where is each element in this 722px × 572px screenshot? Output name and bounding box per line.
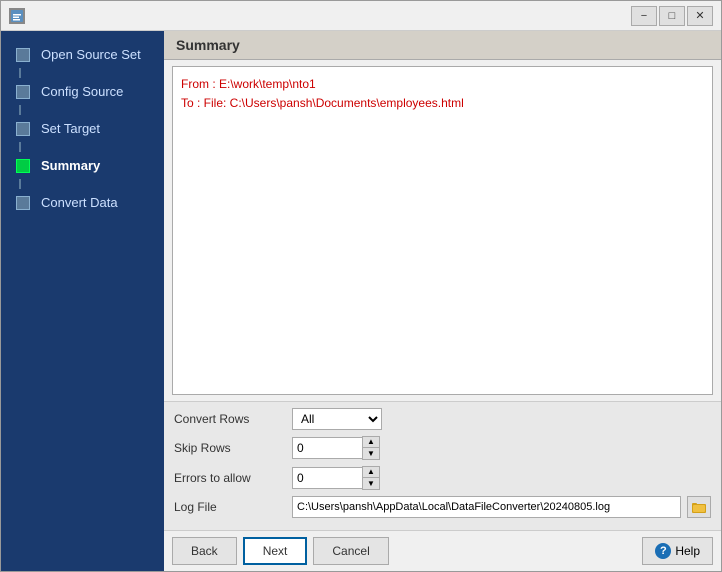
sidebar-line-3	[19, 142, 21, 152]
sidebar-line-2	[19, 105, 21, 115]
summary-box: From : E:\work\temp\nto1 To : File: C:\U…	[172, 66, 713, 395]
app-icon	[9, 8, 25, 24]
help-icon: ?	[655, 543, 671, 559]
skip-rows-row: Skip Rows ▲ ▼	[174, 436, 711, 460]
errors-label: Errors to allow	[174, 471, 284, 485]
sidebar-item-set-target[interactable]: Set Target	[1, 115, 164, 152]
sidebar-label-config-source: Config Source	[41, 84, 123, 99]
errors-spinbox-btns: ▲ ▼	[362, 466, 380, 490]
errors-row: Errors to allow ▲ ▼	[174, 466, 711, 490]
help-label: Help	[675, 544, 700, 558]
skip-rows-input[interactable]	[292, 437, 362, 459]
bottom-bar: Back Next Cancel ? Help	[164, 530, 721, 571]
sidebar-label-set-target: Set Target	[41, 121, 100, 136]
errors-spinbox: ▲ ▼	[292, 466, 380, 490]
log-file-input-group	[292, 496, 711, 518]
title-bar: − □ ✕	[1, 1, 721, 31]
sidebar-row-set-target[interactable]: Set Target	[1, 115, 164, 142]
sidebar-row-open-source-set[interactable]: Open Source Set	[1, 41, 164, 68]
errors-input[interactable]	[292, 467, 362, 489]
sidebar-label-convert-data: Convert Data	[41, 195, 118, 210]
maximize-button[interactable]: □	[659, 6, 685, 26]
help-button[interactable]: ? Help	[642, 537, 713, 565]
log-file-row: Log File	[174, 496, 711, 518]
log-file-input[interactable]	[292, 496, 681, 518]
close-button[interactable]: ✕	[687, 6, 713, 26]
sidebar-line-1	[19, 68, 21, 78]
sidebar-row-config-source[interactable]: Config Source	[1, 78, 164, 105]
title-bar-left	[9, 8, 25, 24]
minimize-button[interactable]: −	[631, 6, 657, 26]
content-area: Open Source Set Config Source	[1, 31, 721, 571]
convert-rows-row: Convert Rows All Range	[174, 408, 711, 430]
log-file-browse-button[interactable]	[687, 496, 711, 518]
sidebar-item-config-source[interactable]: Config Source	[1, 78, 164, 115]
folder-icon	[692, 501, 706, 513]
sidebar-label-open-source-set: Open Source Set	[41, 47, 141, 62]
summary-line-from: From : E:\work\temp\nto1	[181, 75, 704, 94]
sidebar-line-4	[19, 179, 21, 189]
title-bar-controls: − □ ✕	[631, 6, 713, 26]
nav-buttons: Back Next Cancel	[172, 537, 389, 565]
sidebar-item-open-source-set[interactable]: Open Source Set	[1, 41, 164, 78]
errors-increment[interactable]: ▲	[363, 467, 379, 478]
sidebar-label-summary: Summary	[41, 158, 100, 173]
sidebar-dot-summary	[16, 159, 30, 173]
sidebar-item-convert-data[interactable]: Convert Data	[1, 189, 164, 216]
skip-rows-label: Skip Rows	[174, 441, 284, 455]
back-button[interactable]: Back	[172, 537, 237, 565]
sidebar-dot-open-source-set	[16, 48, 30, 62]
options-area: Convert Rows All Range Skip Rows ▲ ▼	[164, 401, 721, 530]
sidebar-row-summary[interactable]: Summary	[1, 152, 164, 179]
main-area: Summary From : E:\work\temp\nto1 To : Fi…	[164, 31, 721, 571]
skip-rows-spinbox: ▲ ▼	[292, 436, 380, 460]
skip-rows-decrement[interactable]: ▼	[363, 448, 379, 459]
convert-rows-select[interactable]: All Range	[292, 408, 382, 430]
next-button[interactable]: Next	[243, 537, 308, 565]
sidebar-dot-convert-data	[16, 196, 30, 210]
log-file-label: Log File	[174, 500, 284, 514]
sidebar-item-summary[interactable]: Summary	[1, 152, 164, 189]
cancel-button[interactable]: Cancel	[313, 537, 388, 565]
convert-rows-label: Convert Rows	[174, 412, 284, 426]
errors-decrement[interactable]: ▼	[363, 478, 379, 489]
app-window: − □ ✕ Open Source Set	[0, 0, 722, 572]
main-header: Summary	[164, 31, 721, 60]
sidebar: Open Source Set Config Source	[1, 31, 164, 571]
skip-rows-increment[interactable]: ▲	[363, 437, 379, 448]
summary-line-to: To : File: C:\Users\pansh\Documents\empl…	[181, 94, 704, 113]
skip-rows-spinbox-btns: ▲ ▼	[362, 436, 380, 460]
sidebar-dot-set-target	[16, 122, 30, 136]
sidebar-dot-config-source	[16, 85, 30, 99]
sidebar-row-convert-data[interactable]: Convert Data	[1, 189, 164, 216]
